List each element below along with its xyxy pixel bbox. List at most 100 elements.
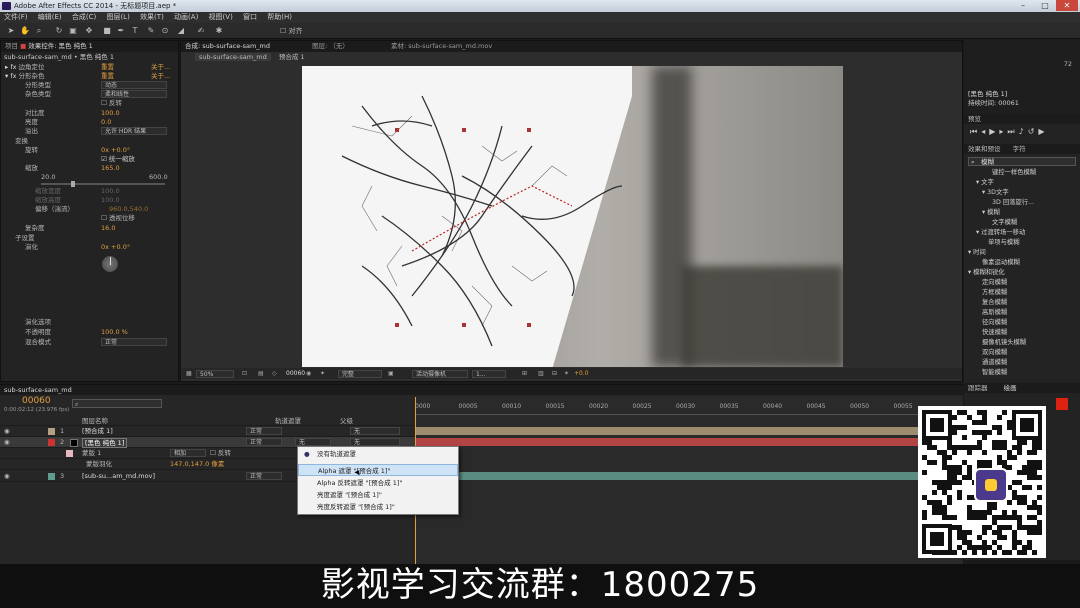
audio-icon[interactable]: ♪ [1019,127,1028,136]
tree-item[interactable]: 文字模糊 [992,218,1017,228]
tree-item[interactable]: 定向模糊 [982,278,1007,288]
visibility-icon[interactable]: ◉ [4,426,10,437]
hand-tool-icon[interactable]: ✋ [20,26,30,36]
clone-tool-icon[interactable]: ⊙ [160,26,170,36]
label-color[interactable] [48,473,55,480]
camera-dropdown[interactable]: 活动摄像机 [412,369,468,378]
pen-tool-icon[interactable]: ✒ [116,26,126,36]
flowchart-icon[interactable]: ⊟ [552,368,557,379]
rectangle-tool-icon[interactable]: ■ [102,26,112,36]
close-button[interactable]: ✕ [1056,0,1078,11]
tab-character[interactable]: 字符 [1013,145,1026,153]
preview-panel-tab[interactable]: 预览 [964,114,1080,124]
offset-turbulence-value[interactable]: 960.0,540.0 [109,205,148,214]
effect-corner-pin[interactable]: ▸ fx 边角定位 重置 关于... [5,63,180,72]
tree-item[interactable]: 智能模糊 [982,368,1007,378]
menu-file[interactable]: 文件(F) [4,13,28,21]
tree-item[interactable]: 通道模糊 [982,358,1007,368]
layer-bar-2[interactable] [415,438,963,446]
text-tool-icon[interactable]: T [130,26,140,36]
menu-item-luma-inverted-matte[interactable]: 亮度反转遮罩 "[预合成 1]" [298,501,458,513]
evolution-options-group[interactable]: 演化选项 [25,318,51,327]
view-layout-dropdown[interactable]: 1... [472,369,506,378]
time-graph[interactable]: 0000 00005 00010 00015 00020 00025 00030 00035 0… [415,397,963,565]
first-frame-icon[interactable]: ⏮ [970,127,981,136]
menu-layer[interactable]: 图层(L) [106,13,129,21]
tree-item[interactable]: 单项与模糊 [988,238,1019,248]
exposure-icon[interactable]: ✶ [564,368,569,379]
mode-dropdown[interactable]: 正常 [246,472,282,480]
loop-icon[interactable]: ↺ [1028,127,1039,136]
menu-window[interactable]: 窗口 [243,13,257,21]
visibility-icon[interactable]: ◉ [4,437,10,448]
toggle-pixel-aspect-icon[interactable]: ⊞ [522,368,527,379]
tree-item[interactable]: 复合模糊 [982,298,1007,308]
snapshot-icon[interactable]: ◉ [306,368,311,379]
noise-type-dropdown[interactable]: 柔和线性 [101,90,167,98]
layer-bar-3[interactable] [415,472,963,480]
layer-row-1[interactable]: ◉ 1 [预合成 1] 正常 无 [0,426,415,437]
region-icon[interactable]: ⊡ [242,368,247,379]
exposure-value[interactable]: +0.0 [574,368,589,379]
tree-item[interactable]: 3D 回落旋行... [992,198,1034,208]
maximize-button[interactable]: □ [1034,0,1056,11]
mask-feather-value[interactable]: 147.0,147.0 像素 [170,459,224,470]
visibility-icon[interactable]: ◉ [4,471,10,482]
complexity-value[interactable]: 16.0 [101,224,115,233]
tree-item[interactable]: 高斯模糊 [982,308,1007,318]
sub-settings-group[interactable]: 子设置 [15,234,35,243]
play-icon[interactable]: ▶ [989,127,999,136]
invert-checkbox[interactable]: ☐ 反转 [101,99,122,108]
last-frame-icon[interactable]: ⏭ [1007,127,1018,136]
blend-mode-dropdown[interactable]: 正常 [101,338,167,346]
label-color[interactable] [48,428,55,435]
scale-value[interactable]: 165.0 [101,164,120,173]
subtab-main-comp[interactable]: sub-surface-sam_md [195,53,271,61]
menu-help[interactable]: 帮助(H) [267,13,292,21]
layer-name[interactable]: [sub-su...am_md.mov] [82,471,155,482]
selection-tool-icon[interactable]: ➤ [6,26,16,36]
effect-fractal-noise[interactable]: ▾ fx 分形杂色 重置 关于... [5,72,180,81]
opacity-value[interactable]: 100.0 % [101,328,128,337]
evolution-dial[interactable] [101,255,119,273]
contrast-value[interactable]: 100.0 [101,109,120,118]
mask-mode-dropdown[interactable]: 相加 [170,449,206,457]
layer-name[interactable]: [黑色 纯色 1] [82,438,128,448]
overflow-dropdown[interactable]: 允许 HDR 结果 [101,127,167,135]
tab-tracker[interactable]: 跟踪器 [968,384,988,392]
track-matte-dropdown[interactable]: 无 [295,438,331,446]
tree-category[interactable]: ▾ 时间 [968,248,986,258]
tree-folder[interactable]: ▾ 3D文字 [982,188,1009,198]
composition-frame[interactable] [302,66,843,367]
rotate-tool-icon[interactable]: ↻ [54,26,64,36]
mask-visibility-icon[interactable]: ◇ [272,368,277,379]
tab-effect-controls[interactable]: 效果控件: 黑色 纯色 1 [28,42,93,50]
tree-item[interactable]: 方框模糊 [982,288,1007,298]
evolution-value[interactable]: 0x +0.0° [101,243,130,252]
mask-name[interactable]: 蒙版 1 [82,448,101,459]
fractal-type-dropdown[interactable]: 动态 [101,81,167,89]
parent-dropdown[interactable]: 无 [350,438,400,446]
snap-checkbox[interactable]: ☐ 对齐 [280,26,303,36]
eraser-tool-icon[interactable]: ◢ [176,26,186,36]
menu-composition[interactable]: 合成(C) [72,13,96,21]
camera-tool-icon[interactable]: ▣ [68,26,78,36]
tree-item[interactable]: 像素运动模糊 [982,258,1020,268]
brightness-value[interactable]: 0.0 [101,118,111,127]
puppet-tool-icon[interactable]: ✱ [214,26,224,36]
tree-item[interactable]: 径向模糊 [982,318,1007,328]
current-time-display[interactable]: 00060 [286,368,305,379]
rotation-value[interactable]: 0x +0.0° [101,146,130,155]
menu-edit[interactable]: 编辑(E) [38,13,62,21]
uniform-scaling-checkbox[interactable]: ☑ 统一缩放 [101,155,135,164]
tab-timeline-comp[interactable]: sub-surface-sam_md [4,386,72,394]
tab-effects-presets[interactable]: 效果和预设 [968,145,1001,153]
ram-preview-icon[interactable]: ▶ [1038,127,1048,136]
minimize-button[interactable]: – [1012,0,1034,11]
timeline-icon[interactable]: ▥ [538,368,544,379]
perspective-offset-checkbox[interactable]: ☐ 透视位移 [101,214,135,223]
transparency-grid-icon[interactable]: ▤ [258,368,264,379]
tree-folder[interactable]: ▾ 过渡转场一移动 [976,228,1025,238]
grid-icon[interactable]: ▦ [186,368,192,379]
parent-dropdown[interactable]: 无 [350,427,400,435]
